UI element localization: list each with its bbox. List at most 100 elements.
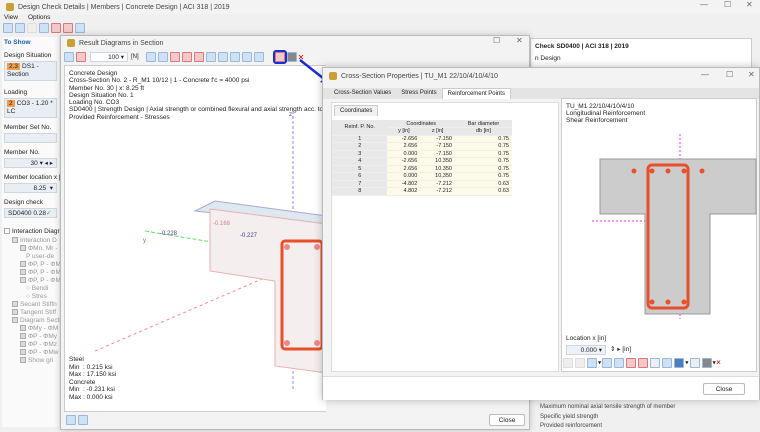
tool-icon[interactable] (602, 358, 613, 368)
table-row[interactable]: 3 0.000 -7.150 0.75 (332, 150, 512, 158)
result-close-button[interactable]: Close (489, 414, 525, 426)
tool-icon[interactable] (51, 23, 61, 33)
tree-item[interactable]: ΦMn, Mr - (12, 245, 57, 253)
close-dialog-button[interactable]: ✕ (516, 36, 523, 45)
tool-icon[interactable] (193, 52, 204, 62)
tool-icon[interactable] (39, 23, 49, 33)
table-row[interactable]: 5 2.656 10.350 0.75 (332, 165, 512, 173)
tool-icon[interactable] (638, 358, 649, 368)
design-check-select[interactable]: SD0400 0.28 ✓ (4, 208, 57, 218)
location-stepper[interactable]: ⇕ ▸ [in] (610, 346, 631, 353)
tab-stress-points[interactable]: Stress Points (396, 88, 441, 99)
tool-icon[interactable] (217, 52, 228, 62)
close-window-button[interactable]: ✕ (746, 0, 753, 9)
tool-icon[interactable] (205, 52, 216, 62)
close-red-icon[interactable]: ✕ (716, 360, 721, 367)
tool-icon[interactable] (27, 23, 37, 33)
zoom-select[interactable]: 100 ▾ (90, 52, 128, 62)
tool-icon[interactable] (563, 358, 573, 368)
tool-icon[interactable] (15, 23, 25, 33)
tool-icon[interactable] (3, 23, 13, 33)
tree-item[interactable]: Secant Stiffn (12, 301, 57, 309)
table-icon[interactable] (78, 415, 88, 425)
design-situation-select[interactable]: 2.3 DS1 - Section (4, 61, 57, 81)
tool-icon[interactable] (145, 52, 156, 62)
main-title: Design Check Details | Members | Concret… (18, 3, 230, 11)
tool-icon[interactable] (650, 358, 661, 368)
tree-item[interactable]: ΦP, P - ΦM (12, 261, 61, 269)
steel-min-label: Min (69, 363, 80, 371)
table-row[interactable]: 7 -4.802 -7.212 0.63 (332, 180, 512, 188)
stress-summary: Steel Min: 0.215 ksi Max: 17.150 ksi Con… (69, 356, 116, 401)
tool-icon[interactable] (181, 52, 192, 62)
tool-icon[interactable] (229, 52, 240, 62)
cell-y: 0.000 (387, 172, 421, 181)
tool-icon[interactable] (662, 358, 673, 368)
tool-icon[interactable] (575, 358, 585, 368)
tree-item[interactable]: Diagram Secti (12, 317, 61, 325)
tree-item[interactable]: Show gri (12, 357, 57, 365)
tab-coordinates[interactable]: Coordinates (334, 105, 379, 116)
tool-icon[interactable] (626, 358, 637, 368)
table-row[interactable]: 1 -2.656 -7.150 0.75 (332, 135, 512, 143)
cross-section-drawing (592, 134, 757, 319)
table-row[interactable]: 6 0.000 10.350 0.75 (332, 172, 512, 181)
tree-item[interactable]: Interaction D (12, 237, 57, 245)
tree-item[interactable]: Tangent Stiff (12, 309, 57, 317)
cell-no: 8 (332, 187, 388, 196)
tool-icon[interactable] (157, 52, 168, 62)
close-dialog-button[interactable]: ✕ (748, 70, 755, 79)
cell-no: 5 (332, 165, 388, 173)
tree-item[interactable]: ΦP - ΦMy (12, 333, 57, 341)
print-icon[interactable] (286, 52, 297, 62)
section-red-icon[interactable] (76, 52, 86, 62)
tab-cross-section-values[interactable]: Cross-Section Values (329, 88, 396, 99)
section-icon[interactable] (64, 52, 74, 62)
tool-icon[interactable] (75, 23, 85, 33)
tree-item[interactable]: ΦMy - ΦM (12, 325, 58, 333)
tool-icon[interactable] (169, 52, 180, 62)
tree-item[interactable]: ΦP, P - ΦM (12, 277, 61, 285)
rebar (284, 340, 290, 346)
table-row[interactable]: 4 -2.656 10.350 0.75 (332, 157, 512, 166)
interaction-checkbox[interactable] (4, 228, 10, 235)
cell-y: -2.656 (387, 135, 421, 143)
tree-item[interactable]: ○ Stres (12, 293, 57, 301)
tool-icon[interactable] (253, 52, 264, 62)
menu-options[interactable]: Options (28, 14, 50, 21)
table-row[interactable]: 2 2.656 -7.150 0.75 (332, 142, 512, 151)
tool-icon[interactable] (689, 358, 700, 368)
fit-icon[interactable]: [N] (131, 54, 139, 60)
member-set-select[interactable] (4, 133, 57, 143)
tool-icon[interactable] (63, 23, 73, 33)
location-select[interactable]: 0.000 ▾ (566, 345, 606, 355)
cs-close-button[interactable]: Close (703, 383, 745, 395)
maximize-button[interactable]: ☐ (493, 36, 500, 45)
tree-item[interactable]: ΦP, P - ΦM (12, 269, 61, 277)
minimize-button[interactable]: — (701, 70, 709, 79)
cell-no: 1 (332, 135, 388, 143)
section-display-icon[interactable] (587, 358, 597, 368)
member-no-select[interactable]: 30 ▾ ◂ ▸ (4, 158, 57, 168)
graphic-toolbar: ▾ ▾ ▾✕ (562, 357, 721, 369)
cross-section-properties-button[interactable] (272, 50, 287, 64)
detail-row: Maximum nominal axial tensile strength o… (540, 404, 676, 410)
tree-item[interactable]: ○ Bendi (12, 285, 57, 293)
print-icon[interactable] (701, 358, 712, 368)
loading-select[interactable]: 2 CO3 - 1.20 * LC (4, 98, 57, 118)
table-row[interactable]: 8 4.802 -7.212 0.63 (332, 187, 512, 196)
maximize-button[interactable]: ☐ (726, 70, 733, 79)
maximize-button[interactable]: ☐ (724, 0, 731, 9)
tool-icon[interactable] (241, 52, 252, 62)
t-section (599, 158, 757, 315)
tree-item[interactable]: ΦP - ΦMz (12, 341, 57, 349)
tab-reinforcement-points[interactable]: Reinforcement Points (441, 88, 511, 99)
tree-item[interactable]: ΦP - ΦMw (12, 349, 58, 357)
menu-view[interactable]: View (4, 14, 18, 21)
search-icon[interactable] (66, 415, 76, 425)
minimize-button[interactable]: — (700, 0, 708, 9)
to-show-heading: To Show (4, 39, 31, 46)
color-icon[interactable] (674, 358, 685, 368)
tool-icon[interactable] (614, 358, 625, 368)
location-select[interactable]: 8.25 ▾ (4, 183, 57, 193)
